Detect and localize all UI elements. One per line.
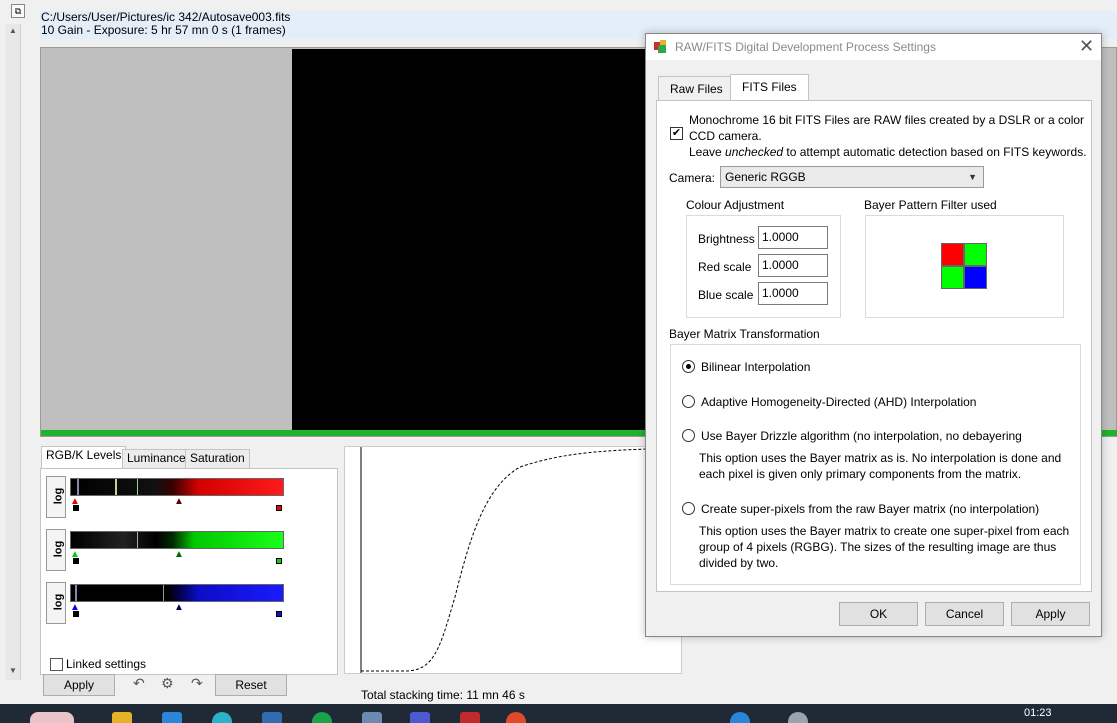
- red-histogram-row: log ▲ ▲: [46, 472, 290, 520]
- camera-select[interactable]: Generic RGGB ▼: [720, 166, 984, 188]
- bilinear-label: Bilinear Interpolation: [701, 360, 811, 374]
- red-low-square: [73, 505, 79, 511]
- bayer-pattern-label: Bayer Pattern Filter used: [864, 198, 997, 212]
- close-icon[interactable]: ✕: [1079, 36, 1094, 56]
- linked-settings-checkbox[interactable]: [50, 658, 63, 671]
- superpixel-description-line2: group of 4 pixels (RGBG). The sizes of t…: [699, 540, 1057, 554]
- levels-apply-button[interactable]: Apply: [43, 674, 115, 696]
- taskbar: [0, 704, 1117, 723]
- app-logo-icon: [654, 40, 666, 53]
- levels-reset-button[interactable]: Reset: [215, 674, 287, 696]
- image-display[interactable]: [292, 49, 652, 430]
- monochrome-label-line1: Monochrome 16 bit FITS Files are RAW fil…: [689, 113, 1085, 127]
- edge-icon[interactable]: [212, 712, 232, 723]
- levels-body: log ▲ ▲ log ▲ ▲ log ▲ ▲ Linked settings …: [40, 468, 338, 696]
- chrome-icon[interactable]: [506, 712, 526, 723]
- weather-icon[interactable]: [788, 712, 808, 723]
- green-high-square[interactable]: [276, 558, 282, 564]
- bayer-cell-tl: [941, 243, 964, 266]
- superpixel-label: Create super-pixels from the raw Bayer m…: [701, 502, 1040, 516]
- chevron-down-icon: ▼: [968, 172, 977, 182]
- log-toggle-blue[interactable]: log: [46, 582, 66, 624]
- raw-fits-settings-dialog: RAW/FITS Digital Development Process Set…: [645, 33, 1102, 637]
- redo-icon[interactable]: ↷: [191, 675, 203, 692]
- bilinear-radio[interactable]: [682, 360, 695, 373]
- drizzle-description-line2: each pixel is given only primary compone…: [699, 467, 1022, 481]
- vertical-scrollbar[interactable]: ▲ ▼: [5, 24, 21, 680]
- tray-app-icon[interactable]: [730, 712, 750, 723]
- monochrome-raw-checkbox[interactable]: ✔: [670, 127, 683, 140]
- bayer-cell-bl: [941, 266, 964, 289]
- app-green-icon[interactable]: [312, 712, 332, 723]
- superpixel-description-line1: This option uses the Bayer matrix to cre…: [699, 524, 1070, 538]
- brightness-input[interactable]: 1.0000: [758, 226, 828, 249]
- tab-rgb-levels[interactable]: RGB/K Levels: [41, 446, 127, 469]
- app-thumbnail-icon[interactable]: [30, 712, 74, 723]
- restore-window-icon[interactable]: ⧉: [11, 4, 25, 18]
- blue-low-square: [73, 611, 79, 617]
- blue-histogram[interactable]: [70, 584, 284, 602]
- log-toggle-red[interactable]: log: [46, 476, 66, 518]
- app-diamond-icon[interactable]: [410, 712, 430, 723]
- blue-mid-point-marker[interactable]: ▲: [174, 603, 184, 613]
- red-high-square[interactable]: [276, 505, 282, 511]
- undo-icon[interactable]: ↶: [133, 675, 145, 692]
- superpixel-description-line3: divided by two.: [699, 556, 779, 570]
- drizzle-radio[interactable]: [682, 429, 695, 442]
- settings-gear-icon[interactable]: ⚙: [161, 675, 174, 692]
- red-scale-input[interactable]: 1.0000: [758, 254, 828, 277]
- leave-unchecked-note: Leave unchecked to attempt automatic det…: [689, 145, 1087, 159]
- scroll-up-icon[interactable]: ▲: [5, 24, 21, 38]
- store-icon[interactable]: [162, 712, 182, 723]
- blue-scale-label: Blue scale: [698, 288, 754, 302]
- apply-button[interactable]: Apply: [1011, 602, 1090, 626]
- tab-raw-files[interactable]: Raw Files: [658, 76, 735, 100]
- superpixel-radio[interactable]: [682, 502, 695, 515]
- red-histogram[interactable]: [70, 478, 284, 496]
- dialog-titlebar[interactable]: RAW/FITS Digital Development Process Set…: [646, 34, 1101, 60]
- drizzle-label: Use Bayer Drizzle algorithm (no interpol…: [701, 429, 1022, 443]
- file-explorer-icon[interactable]: [112, 712, 132, 723]
- scroll-down-icon[interactable]: ▼: [5, 664, 21, 678]
- camera-label: Camera:: [669, 171, 716, 185]
- monochrome-label-line2: CCD camera.: [689, 129, 762, 143]
- app-red-icon[interactable]: [460, 712, 480, 723]
- tab-fits-files[interactable]: FITS Files: [730, 74, 809, 101]
- log-toggle-green[interactable]: log: [46, 529, 66, 571]
- red-mid-point-marker[interactable]: ▲: [174, 497, 184, 507]
- clock[interactable]: 01:23: [1024, 707, 1052, 719]
- camera-select-value: Generic RGGB: [725, 170, 806, 184]
- red-scale-label: Red scale: [698, 260, 752, 274]
- mail-icon[interactable]: [262, 712, 282, 723]
- blue-histogram-row: log ▲ ▲: [46, 578, 290, 626]
- bayer-matrix-label: Bayer Matrix Transformation: [669, 327, 820, 341]
- tone-curve-panel[interactable]: [344, 446, 682, 674]
- tab-saturation[interactable]: Saturation: [185, 449, 250, 468]
- fits-files-panel: ✔ Monochrome 16 bit FITS Files are RAW f…: [656, 100, 1092, 592]
- green-histogram-row: log ▲ ▲: [46, 525, 290, 573]
- bayer-cell-br: [964, 266, 987, 289]
- ahd-radio[interactable]: [682, 395, 695, 408]
- drizzle-description-line1: This option uses the Bayer matrix as is.…: [699, 451, 1062, 465]
- bayer-cell-tr: [964, 243, 987, 266]
- app-media-icon[interactable]: [362, 712, 382, 723]
- tone-curve: [360, 447, 682, 673]
- total-stacking-time: Total stacking time: 11 mn 46 s: [361, 688, 525, 702]
- ok-button[interactable]: OK: [839, 602, 918, 626]
- levels-panel: RGB/K Levels Luminance Saturation log ▲ …: [38, 445, 340, 696]
- colour-adjustment-label: Colour Adjustment: [686, 198, 785, 212]
- blue-scale-input[interactable]: 1.0000: [758, 282, 828, 305]
- green-histogram[interactable]: [70, 531, 284, 549]
- linked-settings-label: Linked settings: [66, 657, 147, 671]
- brightness-label: Brightness: [698, 232, 755, 246]
- cancel-button[interactable]: Cancel: [925, 602, 1004, 626]
- ahd-label: Adaptive Homogeneity-Directed (AHD) Inte…: [701, 395, 977, 409]
- dialog-title: RAW/FITS Digital Development Process Set…: [675, 40, 936, 54]
- green-mid-point-marker[interactable]: ▲: [174, 550, 184, 560]
- blue-high-square[interactable]: [276, 611, 282, 617]
- tab-luminance[interactable]: Luminance: [122, 449, 191, 468]
- green-low-square: [73, 558, 79, 564]
